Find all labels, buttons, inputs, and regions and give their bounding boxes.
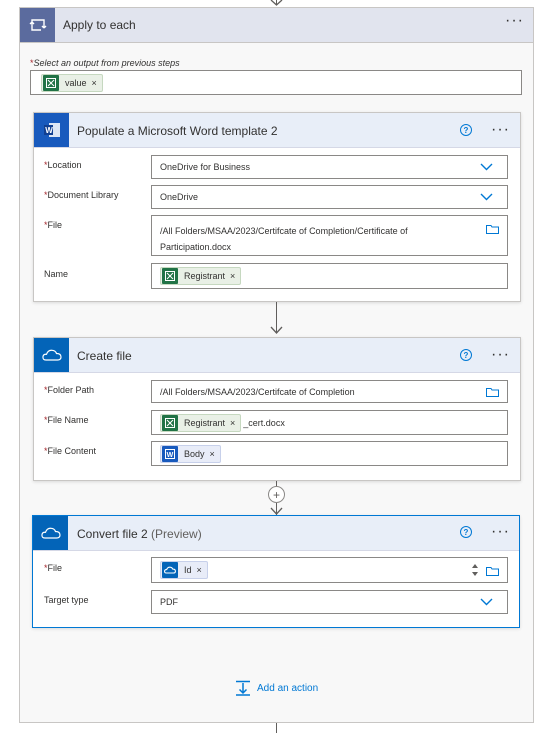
add-action-button[interactable]: Add an action [235,680,318,696]
body-token[interactable]: W Body × [160,444,221,463]
convert-file-label: *File [44,563,63,573]
more-options-icon[interactable]: ··· [491,524,510,540]
select-output-label: *Select an output from previous steps [30,58,180,68]
chevron-down-icon [480,598,493,606]
chevron-down-icon [480,163,493,171]
excel-icon [43,74,59,91]
arrow-down-icon [270,507,283,515]
more-options-icon[interactable]: ··· [505,13,524,29]
select-output-field[interactable]: value × [30,70,522,95]
file-content-field[interactable]: W Body × [151,441,508,466]
document-library-dropdown[interactable]: OneDrive [151,185,508,209]
registrant-token[interactable]: Registrant × [160,413,242,432]
file-name-field[interactable]: Registrant × _cert.docx [151,410,508,435]
help-icon[interactable]: ? [460,526,472,538]
svg-text:W: W [45,126,53,135]
folder-path-label: *Folder Path [44,385,95,395]
excel-icon [162,414,178,431]
id-token[interactable]: Id × [160,561,208,579]
registrant-token[interactable]: Registrant × [160,267,242,285]
convert-file-field[interactable]: Id × [151,557,508,583]
value-token[interactable]: value × [41,73,103,92]
target-type-dropdown[interactable]: PDF [151,590,508,614]
file-name-suffix: _cert.docx [243,417,285,428]
excel-icon [162,268,178,284]
chevron-down-icon [480,193,493,201]
help-icon[interactable]: ? [460,349,472,361]
folder-path-field[interactable]: /All Folders/MSAA/2023/Certifcate of Com… [151,380,508,403]
file-name-label: *File Name [44,415,89,425]
remove-token-icon[interactable]: × [230,271,235,281]
remove-token-icon[interactable]: × [197,565,202,575]
help-icon[interactable]: ? [460,124,472,136]
file-label: *File [44,220,63,230]
onedrive-icon [33,516,68,550]
arrow-down-icon [270,0,283,6]
folder-icon[interactable] [486,566,499,576]
onedrive-icon [162,562,178,578]
more-options-icon[interactable]: ··· [491,347,510,363]
folder-icon[interactable] [486,387,499,397]
loop-icon [20,8,55,42]
onedrive-icon [34,338,69,372]
insert-step-button[interactable]: + [268,486,285,503]
spinner-arrows-icon[interactable] [471,563,479,577]
remove-token-icon[interactable]: × [210,449,215,459]
remove-token-icon[interactable]: × [230,418,235,428]
svg-text:W: W [167,452,174,459]
arrow-down-icon [270,326,283,334]
file-path-field[interactable]: /All Folders/MSAA/2023/Certifcate of Com… [151,215,508,256]
remove-token-icon[interactable]: × [92,78,97,88]
location-label: *Location [44,160,82,170]
location-dropdown[interactable]: OneDrive for Business [151,155,508,179]
add-action-icon [236,680,250,696]
name-label: Name [44,269,69,279]
word-card-title: Populate a Microsoft Word template 2 [77,124,278,138]
target-type-label: Target type [44,595,89,605]
word-icon: W [34,113,69,147]
file-content-label: *File Content [44,446,97,456]
apply-to-each-title: Apply to each [63,18,136,32]
more-options-icon[interactable]: ··· [491,122,510,138]
convert-file-title: Convert file 2 (Preview) [77,527,202,541]
create-file-title: Create file [77,349,132,363]
document-library-label: *Document Library [44,190,119,200]
word-icon: W [162,445,178,462]
folder-icon[interactable] [486,224,499,234]
name-field[interactable]: Registrant × [151,263,508,289]
